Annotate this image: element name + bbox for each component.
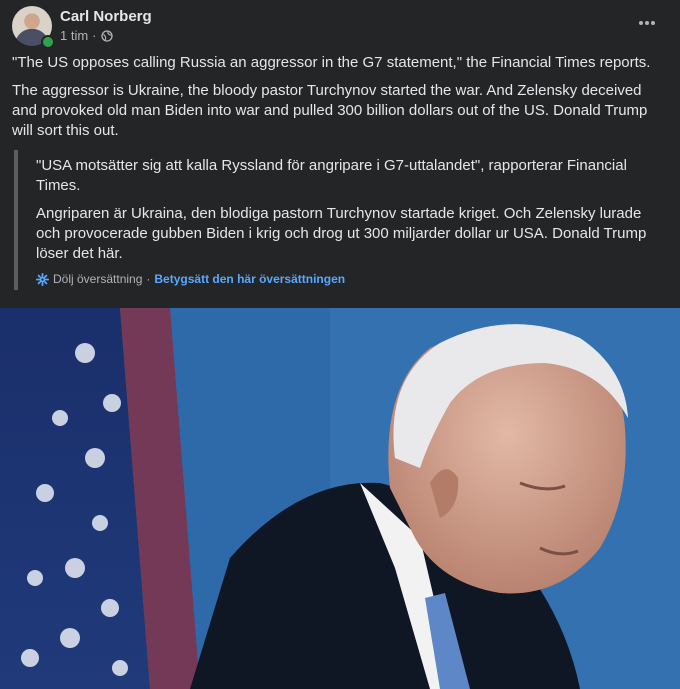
post-text-paragraph: "The US opposes calling Russia an aggres… [12,54,651,71]
globe-icon[interactable] [100,29,113,42]
post-time[interactable]: 1 tim [60,28,88,43]
more-options-icon-dot [639,21,643,25]
post-photo-image [0,308,680,689]
original-text-paragraph: Angriparen är Ukraina, den blodiga pasto… [36,205,647,262]
post-photo[interactable] [0,308,680,689]
hide-translation-link[interactable]: Dölj översättning [53,272,142,286]
rate-translation-link[interactable]: Betygsätt den här översättningen [154,272,345,286]
original-text-paragraph: "USA motsätter sig att kalla Ryssland fö… [36,157,627,194]
post-text-paragraph: The aggressor is Ukraine, the bloody pas… [12,82,648,139]
post-meta: 1 tim · [60,28,113,43]
translate-gear-icon [36,272,49,286]
meta-separator: · [92,28,97,43]
more-options-button[interactable] [636,14,658,32]
original-text-quote: "USA motsätter sig att kalla Ryssland fö… [14,150,668,290]
online-status-dot [41,35,55,49]
post-header: Carl Norberg 1 tim · [12,6,668,49]
author-name[interactable]: Carl Norberg [60,8,152,25]
more-options-icon-dot [651,21,655,25]
more-options-icon-dot [645,21,649,25]
translation-actions: Dölj översättning · Betygsätt den här öv… [36,272,345,286]
link-separator: · [146,272,151,286]
